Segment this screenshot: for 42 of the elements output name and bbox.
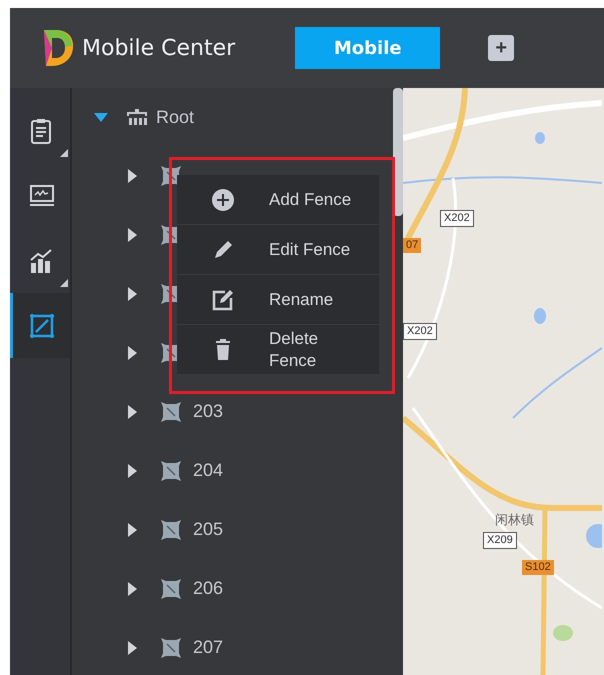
organization-icon <box>126 108 148 126</box>
highway-number-sign: 07 <box>403 238 422 253</box>
tree-node-label[interactable]: Root <box>156 104 194 130</box>
monitor-icon <box>28 182 54 208</box>
fence-icon <box>159 400 183 424</box>
expand-caret-icon[interactable] <box>128 464 137 478</box>
expand-caret-icon[interactable] <box>128 168 137 182</box>
expand-caret-icon[interactable] <box>128 522 137 536</box>
fence-icon <box>159 458 183 482</box>
menu-item[interactable]: Delete Fence <box>177 325 379 375</box>
place-name: 闲林镇 <box>495 513 534 526</box>
menu-item[interactable]: Rename <box>177 275 379 325</box>
bar-chart-icon <box>28 248 54 274</box>
tree-node-label[interactable]: 205 <box>193 516 224 543</box>
expand-caret-icon[interactable] <box>128 582 137 596</box>
add-circle-icon <box>211 188 235 212</box>
road-number-sign: X209 <box>483 532 517 549</box>
expand-caret-icon[interactable] <box>128 640 137 654</box>
collapse-caret-icon[interactable] <box>94 112 108 122</box>
tree-node-label[interactable]: 203 <box>193 398 224 425</box>
menu-item[interactable]: Edit Fence <box>177 225 379 275</box>
app-title: Mobile Center <box>82 34 236 62</box>
add-button[interactable]: + <box>488 35 514 61</box>
road-number-sign: X202 <box>403 323 437 340</box>
polygon-icon <box>28 312 54 338</box>
expand-caret-icon[interactable] <box>128 404 137 418</box>
expand-caret-icon[interactable] <box>128 346 137 360</box>
tree-node-label[interactable]: 207 <box>193 634 224 661</box>
tree-node-label[interactable]: 206 <box>193 575 224 602</box>
tree-node-label[interactable]: 204 <box>193 457 224 484</box>
fence-icon <box>159 636 183 660</box>
fence-icon <box>159 576 183 600</box>
scrollbar[interactable] <box>393 88 403 216</box>
menu-item[interactable]: Add Fence <box>177 175 379 225</box>
highway-number-sign: S102 <box>522 560 554 575</box>
edit-square-icon <box>211 288 235 312</box>
road-number-sign: X202 <box>440 210 474 227</box>
expand-caret-icon[interactable] <box>128 228 137 242</box>
map-background[interactable]: X202 07 X202 闲林镇 X209 S102 <box>403 88 604 675</box>
fence-icon <box>159 518 183 542</box>
sidebar-item[interactable] <box>10 293 70 358</box>
expand-caret-icon[interactable] <box>128 286 137 300</box>
